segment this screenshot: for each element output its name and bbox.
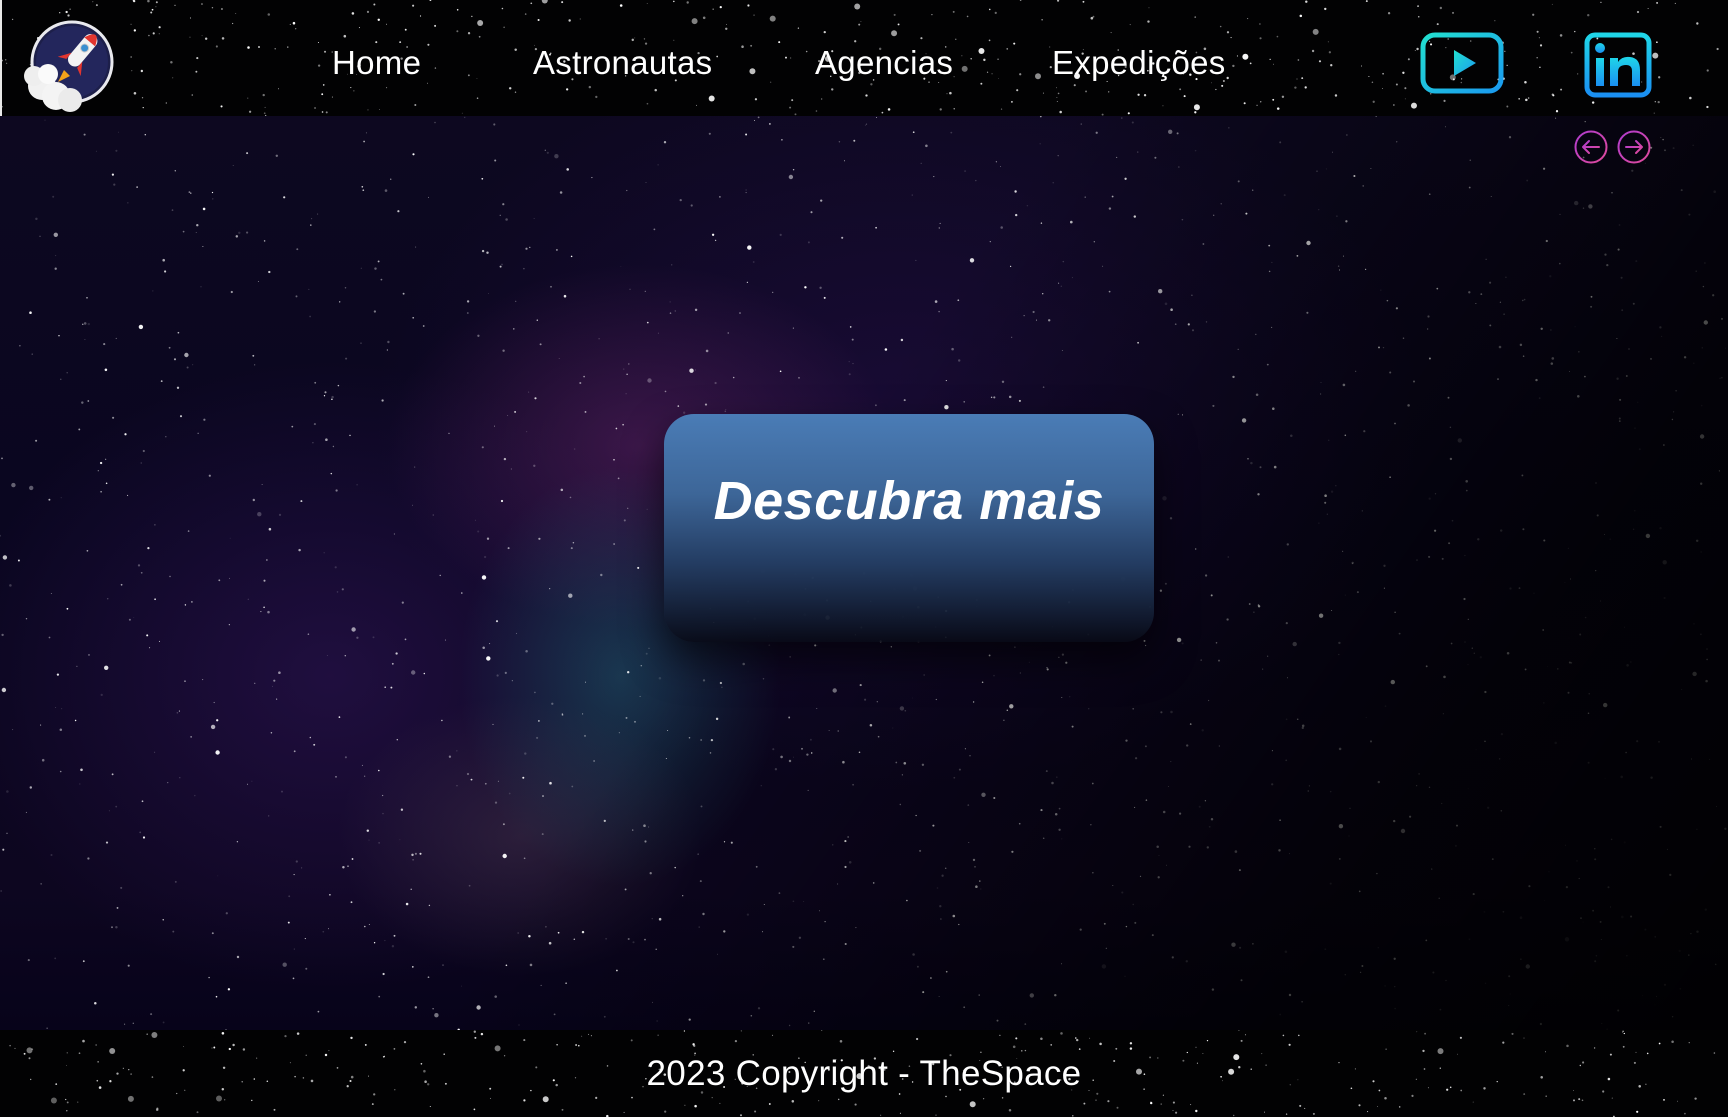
youtube-icon[interactable] bbox=[1420, 32, 1504, 94]
discover-more-label: Descubra mais bbox=[713, 471, 1105, 531]
linkedin-icon[interactable] bbox=[1584, 32, 1652, 98]
rocket-logo-icon[interactable] bbox=[20, 16, 120, 114]
page: Home Astronautas Agencias Expedições Des… bbox=[0, 0, 1728, 1117]
discover-more-button[interactable]: Descubra mais bbox=[664, 414, 1154, 642]
copyright-text: 2023 Copyright - TheSpace bbox=[646, 1054, 1082, 1093]
nav-item-astronautas[interactable]: Astronautas bbox=[533, 44, 712, 82]
hero-banner: Descubra mais bbox=[0, 116, 1728, 1030]
arrow-left-icon[interactable] bbox=[1574, 130, 1608, 164]
nav-item-home[interactable]: Home bbox=[332, 44, 421, 82]
footer: 2023 Copyright - TheSpace bbox=[0, 1030, 1728, 1117]
header: Home Astronautas Agencias Expedições bbox=[0, 0, 1728, 116]
arrow-right-icon[interactable] bbox=[1617, 130, 1651, 164]
nav-item-agencias[interactable]: Agencias bbox=[815, 44, 953, 82]
nav-item-expedicoes[interactable]: Expedições bbox=[1052, 44, 1226, 82]
